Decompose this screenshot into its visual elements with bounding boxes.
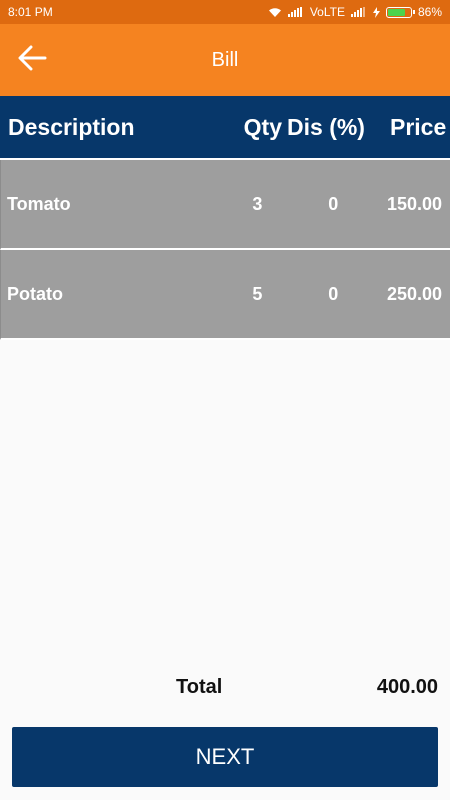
status-bar: 8:01 PM VoLTE 86% (0, 0, 450, 24)
network-label: VoLTE (309, 5, 345, 19)
signal-icon-2 (350, 7, 367, 17)
header-qty: Qty (243, 113, 282, 140)
table-header: Description Qty Dis (%) Price (0, 96, 450, 160)
app-bar: Bill (0, 24, 450, 96)
table-row[interactable]: Tomato 3 0 150.00 (0, 160, 450, 250)
cell-discount: 0 (328, 193, 339, 214)
next-button[interactable]: NEXT (12, 727, 438, 787)
charging-icon (372, 6, 380, 18)
cell-discount: 0 (328, 283, 339, 304)
status-time: 8:01 PM (8, 5, 53, 19)
page-title: Bill (211, 48, 239, 71)
cell-description: Potato (7, 283, 63, 304)
battery-percent: 86% (417, 5, 442, 19)
total-row: Total 400.00 (0, 676, 450, 702)
bill-table: Description Qty Dis (%) Price Tomato 3 0… (0, 96, 450, 340)
header-discount: Dis (%) (287, 113, 365, 140)
header-description: Description (8, 113, 135, 140)
cell-description: Tomato (7, 193, 71, 214)
status-right-group: VoLTE 86% (268, 5, 442, 19)
table-row[interactable]: Potato 5 0 250.00 (0, 250, 450, 340)
total-label: Total (176, 676, 223, 698)
cell-price: 250.00 (386, 283, 442, 304)
cell-qty: 5 (252, 283, 263, 304)
cell-price: 150.00 (386, 193, 442, 214)
header-price: Price (390, 113, 447, 140)
wifi-icon (268, 7, 282, 18)
signal-icon (287, 7, 304, 17)
total-value: 400.00 (376, 676, 438, 698)
battery-icon (385, 6, 415, 18)
cell-qty: 3 (252, 193, 263, 214)
